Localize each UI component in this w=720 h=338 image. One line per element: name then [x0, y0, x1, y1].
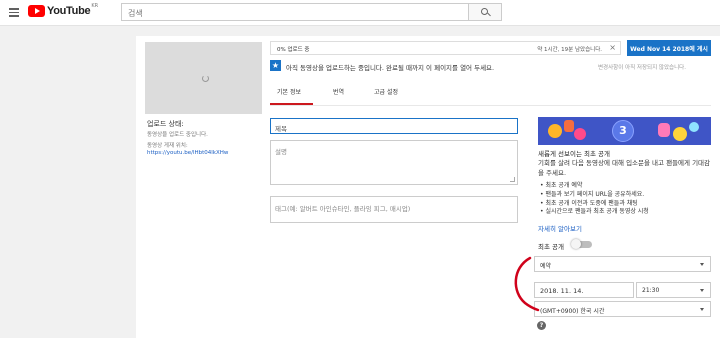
video-location-label: 동영상 게재 위치:: [147, 143, 188, 149]
toggle-knob: [571, 239, 581, 249]
timezone-value: (GMT+0900) 한국 시간: [540, 308, 605, 315]
premiere-feature-list: • 최초 공개 예약 • 팬들과 보기 페이지 URL을 공유하세요. • 최초…: [540, 182, 716, 217]
logo-region: KR: [91, 3, 99, 9]
chevron-down-icon: [700, 308, 704, 311]
description-placeholder: 설명: [275, 148, 287, 156]
video-thumbnail: [145, 42, 262, 114]
chevron-down-icon: [700, 289, 704, 292]
youtube-play-icon: [28, 5, 45, 17]
visibility-value: 예약: [540, 263, 552, 270]
publish-button[interactable]: Wed Nov 14 2018에 게시: [627, 40, 711, 56]
loading-spinner-icon: [202, 75, 209, 82]
premiere-description: 기회를 살려 다음 동영상에 대해 입소문을 내고 팬들에게 기대감을 주세요.: [538, 159, 711, 177]
date-input[interactable]: 2018. 11. 14.: [534, 282, 634, 298]
time-select[interactable]: 21:30: [636, 282, 711, 298]
tags-input[interactable]: 태그(예: 알버트 아인슈타인, 플라잉 피그, 매시업): [270, 196, 518, 223]
youtube-logo[interactable]: YouTube KR: [28, 3, 99, 17]
search-button[interactable]: [469, 3, 502, 21]
title-input[interactable]: 제목: [270, 118, 518, 134]
unsaved-changes-notice: 변경사항이 아직 저장되지 않았습니다.: [598, 65, 686, 71]
list-item: • 최초 공개 예약: [540, 182, 583, 189]
upload-progress-text: 0% 업로드 중: [277, 47, 310, 53]
star-icon: ★: [270, 60, 281, 71]
chevron-down-icon: [700, 263, 704, 266]
premiere-title: 새롭게 선보이는 최초 공개: [538, 150, 610, 158]
close-icon[interactable]: ×: [609, 43, 616, 52]
tab-divider: [270, 105, 711, 106]
time-remaining: 약 1시간, 19분 남았습니다.: [537, 47, 602, 53]
learn-more-link[interactable]: 자세히 알아보기: [538, 223, 582, 233]
countdown-badge: 3: [612, 120, 634, 142]
tab-basic-info[interactable]: 기본 정보: [277, 87, 301, 96]
video-url-link[interactable]: https://youtu.be/lHbt04lkXHw: [147, 150, 228, 156]
upload-status-title: 업로드 상태:: [147, 120, 184, 128]
upload-progress-bar: 0% 업로드 중 약 1시간, 19분 남았습니다. ×: [270, 41, 621, 55]
visibility-select[interactable]: 예약: [534, 256, 711, 272]
tab-translation[interactable]: 번역: [333, 87, 344, 96]
hamburger-icon[interactable]: [9, 8, 19, 17]
premiere-banner: 3: [538, 117, 711, 145]
tab-advanced-settings[interactable]: 고급 설정: [374, 87, 398, 96]
description-textarea[interactable]: 설명: [270, 140, 518, 185]
help-icon[interactable]: ?: [537, 321, 546, 330]
logo-text: YouTube: [47, 5, 91, 17]
premiere-toggle-label: 최초 공개: [538, 243, 564, 251]
resize-handle-icon[interactable]: [510, 177, 515, 182]
upload-status-message: 동영상을 업로드 중입니다.: [147, 132, 208, 138]
timezone-select[interactable]: (GMT+0900) 한국 시간: [534, 301, 711, 317]
search-input[interactable]: 검색: [121, 3, 469, 21]
premiere-toggle[interactable]: [571, 239, 592, 249]
top-bar: YouTube KR 검색: [0, 0, 720, 26]
upload-notice: 아직 동영상을 업로드하는 중입니다. 완료될 때까지 이 페이지를 열어 두세…: [286, 64, 495, 72]
time-value: 21:30: [642, 287, 660, 294]
list-item: • 실시간으로 팬들과 최초 공개 동영상 시청: [540, 208, 649, 216]
list-item: • 팬들과 보기 페이지 URL을 공유하세요.: [540, 190, 645, 198]
upload-panel: 업로드 상태: 동영상을 업로드 중입니다. 동영상 게재 위치: https:…: [136, 36, 720, 338]
